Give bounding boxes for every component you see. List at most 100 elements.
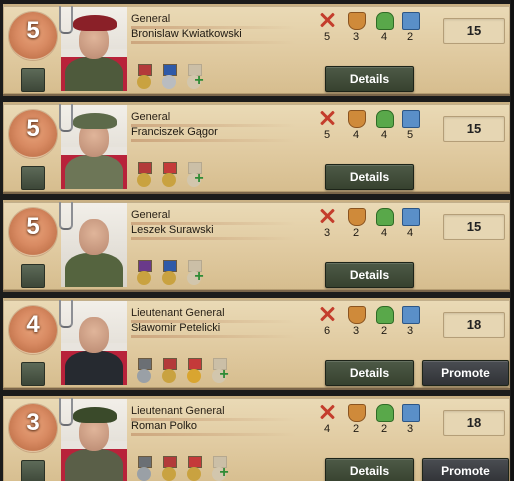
defense-value: 2 — [352, 227, 360, 239]
defense-stat: 2 — [345, 208, 367, 246]
logistics-value: 4 — [406, 227, 414, 239]
medal-icon[interactable] — [159, 358, 179, 384]
general-name[interactable]: Bronislaw Kwiatkowski — [131, 27, 311, 42]
logistics-value: 5 — [406, 129, 414, 141]
planning-icon — [376, 208, 394, 226]
add-medal-icon[interactable]: + — [217, 367, 231, 383]
general-rank: General — [131, 209, 171, 221]
general-card[interactable]: 5 General Franciszek Gągor + 5 4 4 5 15 … — [3, 102, 510, 194]
general-name[interactable]: Roman Polko — [131, 419, 311, 434]
attack-stat: 6 — [316, 306, 338, 344]
traits-icon[interactable] — [21, 460, 45, 481]
medal-icon[interactable] — [134, 162, 154, 188]
general-card[interactable]: 3 Lieutenant General Roman Polko + 4 2 2… — [3, 396, 510, 481]
logistics-icon — [402, 404, 420, 422]
attack-stat: 4 — [316, 404, 338, 442]
logistics-stat: 4 — [399, 208, 421, 246]
logistics-value: 3 — [406, 325, 414, 337]
logistics-stat: 2 — [399, 12, 421, 50]
medal-icon[interactable] — [134, 358, 154, 384]
add-medal-icon[interactable]: + — [192, 73, 206, 89]
defense-shield-icon — [348, 12, 366, 30]
medal-icon[interactable] — [134, 64, 154, 90]
general-stats: 5 4 4 5 — [316, 110, 426, 150]
experience-value: 15 — [443, 214, 505, 240]
skill-level: 3 — [7, 402, 57, 481]
defense-stat: 4 — [345, 110, 367, 148]
details-button[interactable]: Details — [325, 458, 414, 481]
medal-icon[interactable] — [159, 64, 179, 90]
general-name[interactable]: Sławomir Petelicki — [131, 321, 311, 336]
details-button[interactable]: Details — [325, 66, 414, 92]
general-card[interactable]: 5 General Bronislaw Kwiatkowski + 5 3 4 … — [3, 4, 510, 96]
logistics-stat: 3 — [399, 306, 421, 344]
planning-icon — [376, 306, 394, 324]
general-name[interactable]: Franciszek Gągor — [131, 125, 311, 140]
details-button[interactable]: Details — [325, 360, 414, 386]
medal-icon[interactable] — [184, 358, 204, 384]
medal-icon[interactable] — [159, 162, 179, 188]
logistics-stat: 5 — [399, 110, 421, 148]
details-button[interactable]: Details — [325, 164, 414, 190]
attack-value: 6 — [323, 325, 331, 337]
general-rank: Lieutenant General — [131, 307, 225, 319]
traits-icon[interactable] — [21, 68, 45, 92]
planning-icon — [376, 404, 394, 422]
planning-stat: 4 — [373, 110, 395, 148]
paperclip-icon — [59, 104, 73, 132]
add-medal-icon[interactable]: + — [192, 269, 206, 285]
general-rank: General — [131, 111, 171, 123]
general-stats: 4 2 2 3 — [316, 404, 426, 444]
medal-icon[interactable] — [184, 456, 204, 481]
beret-icon — [73, 407, 117, 423]
planning-value: 4 — [380, 31, 388, 43]
paperclip-icon — [59, 6, 73, 34]
traits-icon[interactable] — [21, 264, 45, 288]
paperclip-icon — [59, 398, 73, 426]
beret-icon — [73, 113, 117, 129]
generals-list: 5 General Bronislaw Kwiatkowski + 5 3 4 … — [0, 0, 514, 481]
planning-stat: 4 — [373, 12, 395, 50]
logistics-icon — [402, 306, 420, 324]
skill-level: 4 — [7, 304, 57, 386]
general-name[interactable]: Leszek Surawski — [131, 223, 311, 238]
attack-value: 3 — [323, 227, 331, 239]
medal-icon[interactable] — [134, 260, 154, 286]
traits-icon[interactable] — [21, 362, 45, 386]
add-medal-icon[interactable]: + — [192, 171, 206, 187]
general-card[interactable]: 5 General Leszek Surawski + 3 2 4 4 15 D… — [3, 200, 510, 292]
add-medal-icon[interactable]: + — [217, 465, 231, 481]
general-stats: 3 2 4 4 — [316, 208, 426, 248]
skill-value: 5 — [26, 115, 40, 142]
attack-swords-icon — [319, 306, 335, 322]
skill-value: 3 — [26, 409, 40, 436]
general-rank: General — [131, 13, 171, 25]
medal-icon[interactable] — [134, 456, 154, 481]
attack-swords-icon — [319, 208, 335, 224]
details-button[interactable]: Details — [325, 262, 414, 288]
defense-shield-icon — [348, 208, 366, 226]
attack-value: 5 — [323, 31, 331, 43]
general-card[interactable]: 4 Lieutenant General Sławomir Petelicki … — [3, 298, 510, 390]
planning-value: 2 — [380, 423, 388, 435]
attack-value: 4 — [323, 423, 331, 435]
logistics-value: 2 — [406, 31, 414, 43]
planning-stat: 4 — [373, 208, 395, 246]
medal-icon[interactable] — [159, 456, 179, 481]
planning-value: 4 — [380, 129, 388, 141]
logistics-icon — [402, 208, 420, 226]
attack-stat: 3 — [316, 208, 338, 246]
defense-shield-icon — [348, 404, 366, 422]
promote-button[interactable]: Promote — [422, 458, 509, 481]
paperclip-icon — [59, 300, 73, 328]
traits-icon[interactable] — [21, 166, 45, 190]
attack-swords-icon — [319, 12, 335, 28]
medal-icon[interactable] — [159, 260, 179, 286]
skill-value: 4 — [26, 311, 40, 338]
defense-value: 2 — [352, 423, 360, 435]
experience-value: 15 — [443, 116, 505, 142]
promote-button[interactable]: Promote — [422, 360, 509, 386]
attack-swords-icon — [319, 404, 335, 420]
planning-icon — [376, 110, 394, 128]
defense-shield-icon — [348, 306, 366, 324]
